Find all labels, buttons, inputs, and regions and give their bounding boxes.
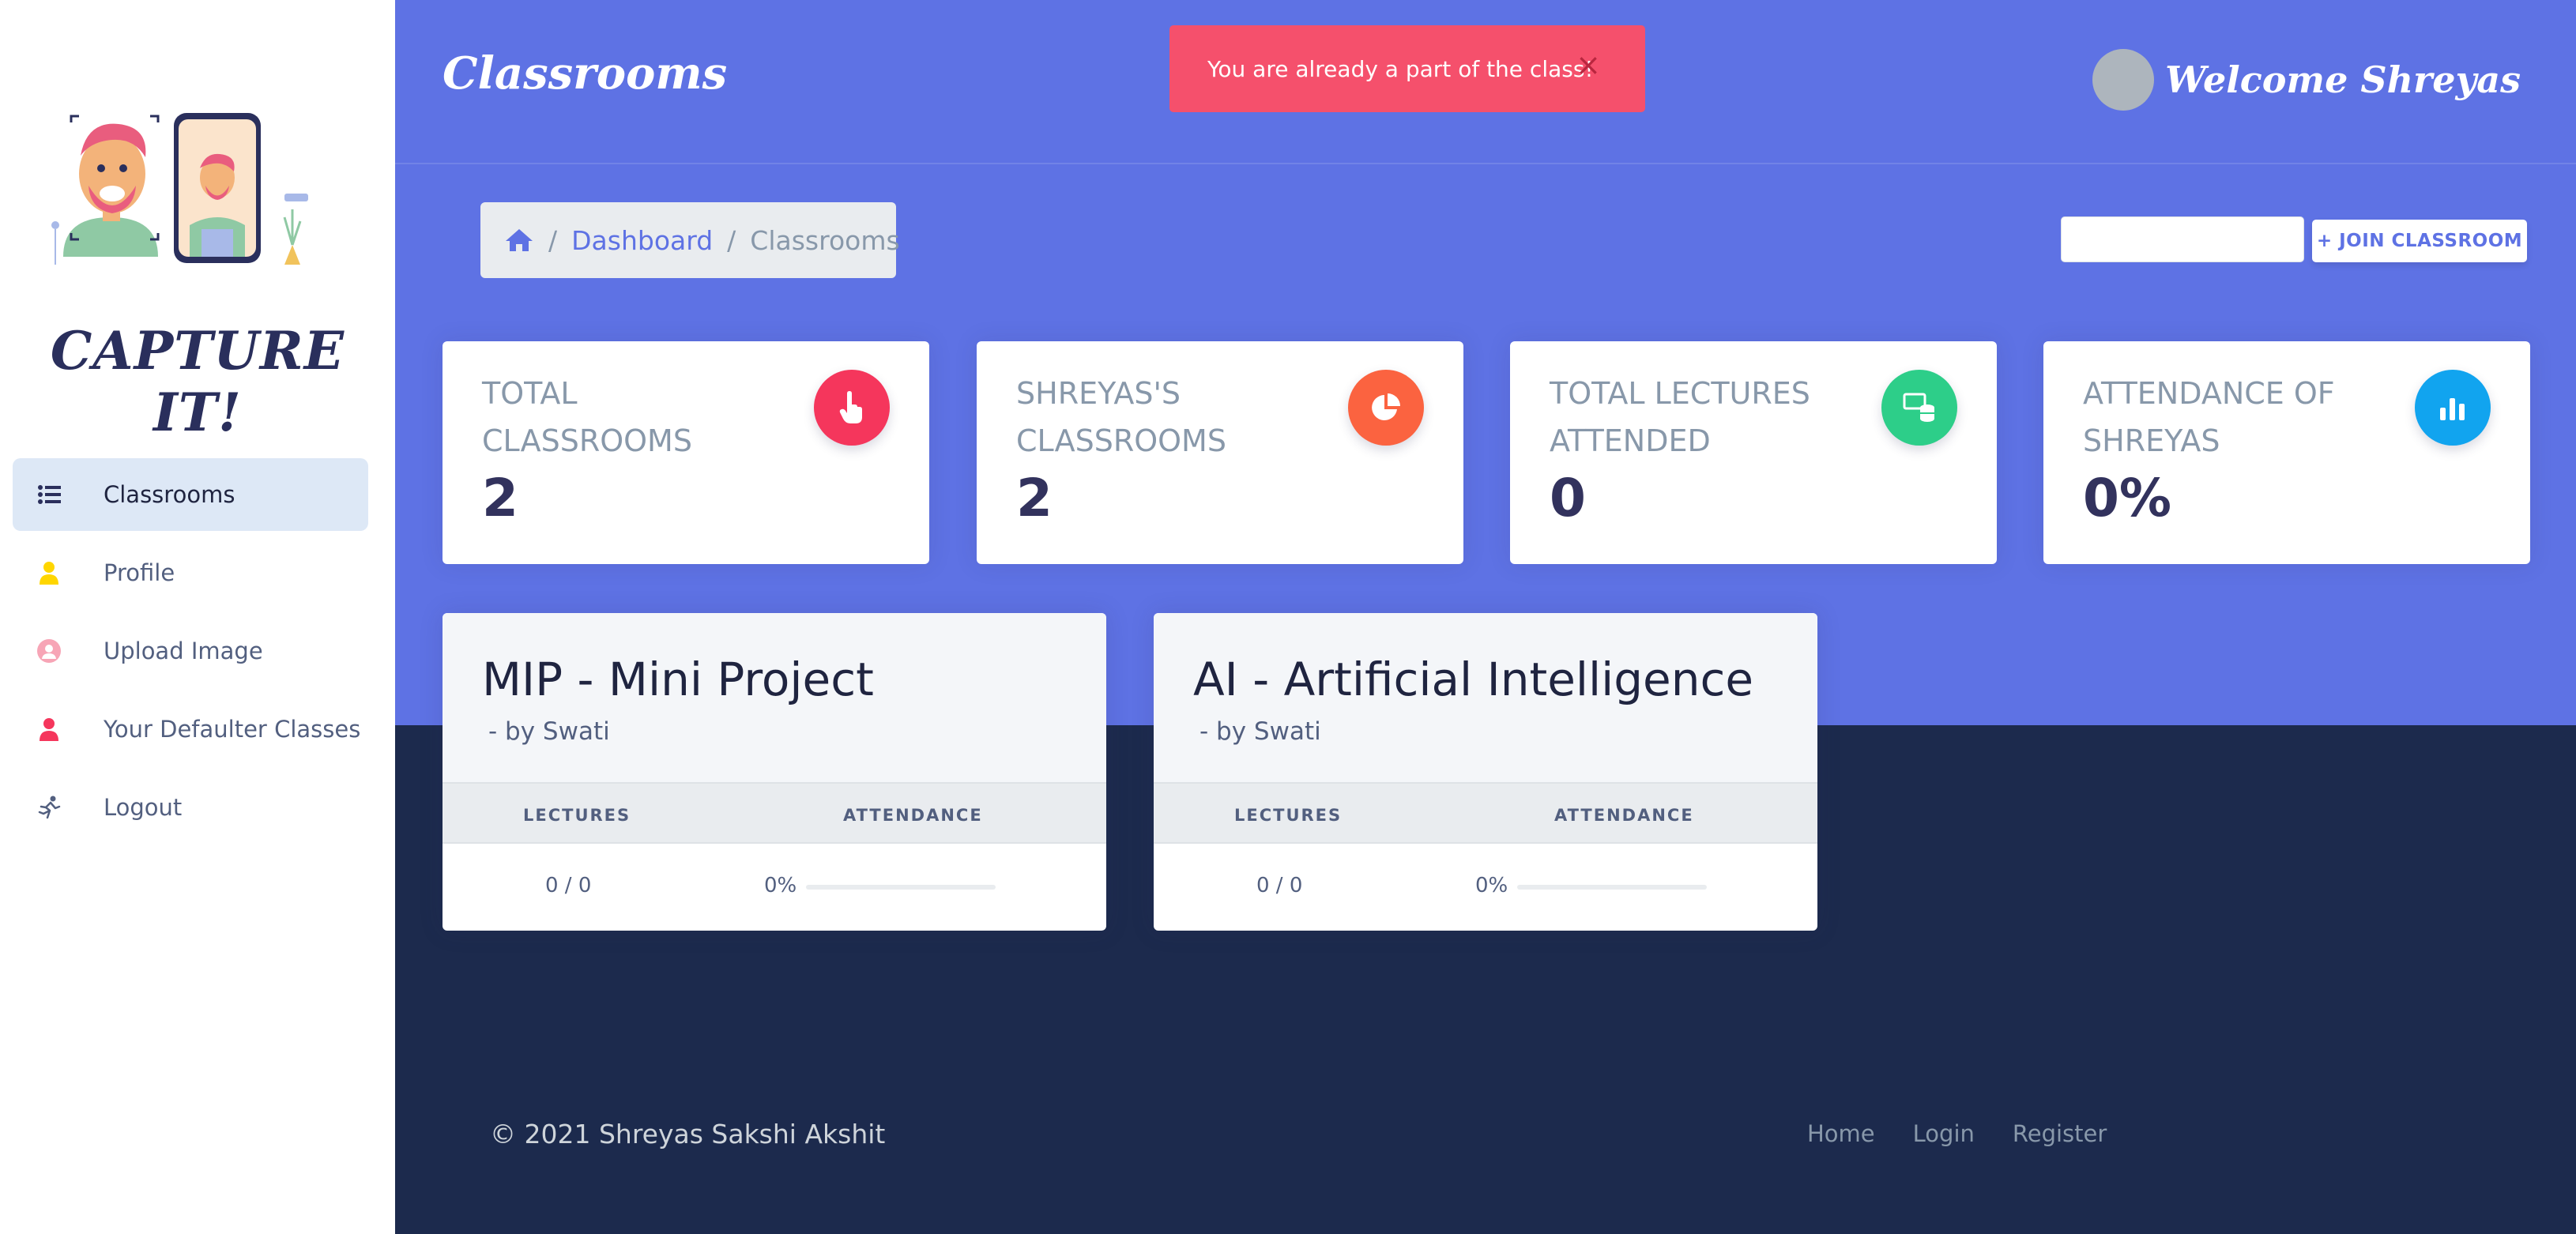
logo-illustration: [51, 113, 308, 265]
breadcrumb-current: Classrooms: [750, 224, 900, 256]
database-icon: [1881, 370, 1957, 446]
stat-value: 0: [1550, 468, 1586, 529]
classroom-name: MIP - Mini Project: [482, 653, 874, 706]
stat-value: 0%: [2083, 468, 2172, 529]
classroom-table-header: LECTURES ATTENDANCE: [1154, 782, 1817, 844]
page-title: Classrooms: [443, 47, 728, 100]
sidebar-item-defaulter-classes[interactable]: Your Defaulter Classes: [13, 693, 368, 766]
sidebar-item-label: Logout: [104, 794, 183, 821]
attendance-percent: 0%: [1475, 874, 1508, 897]
footer-link-register[interactable]: Register: [2013, 1120, 2107, 1147]
list-icon: [36, 482, 62, 507]
close-icon[interactable]: ×: [1576, 47, 1601, 82]
toast-message: You are already a part of the class!: [1207, 55, 1594, 82]
footer-link-home[interactable]: Home: [1807, 1120, 1875, 1147]
classroom-table-header: LECTURES ATTENDANCE: [443, 782, 1106, 844]
sidebar: CAPTURE IT! Classrooms Profile Upload Im…: [0, 0, 395, 1234]
sidebar-item-label: Your Defaulter Classes: [104, 716, 361, 743]
breadcrumb-dashboard-link[interactable]: Dashboard: [571, 225, 713, 256]
welcome-text: Welcome Shreyas: [2165, 58, 2521, 101]
breadcrumb: / Dashboard / Classrooms: [480, 202, 900, 278]
classroom-teacher: - by Swati: [488, 717, 610, 746]
sidebar-item-logout[interactable]: Logout: [13, 771, 368, 844]
column-header-attendance: ATTENDANCE: [843, 806, 983, 825]
stat-card-user-classrooms: SHREYAS'S CLASSROOMS 2: [977, 341, 1463, 564]
attendance-percent: 0%: [764, 874, 797, 897]
footer-nav: Home Login Register: [1807, 1120, 2107, 1147]
brand-title: CAPTURE IT!: [50, 320, 345, 443]
avatar[interactable]: [2092, 49, 2155, 111]
stat-card-lectures-attended: TOTAL LECTURES ATTENDED 0: [1510, 341, 1997, 564]
header-divider: [395, 163, 2576, 164]
attendance-progress-bar: [1517, 885, 1707, 890]
attendance-progress-bar: [806, 885, 996, 890]
hand-pointer-icon: [814, 370, 890, 446]
bar-chart-icon: [2415, 370, 2491, 446]
column-header-attendance: ATTENDANCE: [1554, 806, 1694, 825]
class-code-input[interactable]: [2061, 216, 2304, 262]
footer-link-login[interactable]: Login: [1913, 1120, 1975, 1147]
user-circle-icon: [36, 638, 62, 664]
table-row: 0 / 0 0%: [443, 844, 1106, 929]
stat-value: 2: [1016, 468, 1053, 529]
sidebar-item-label: Profile: [104, 559, 175, 586]
sidebar-item-label: Classrooms: [104, 481, 235, 508]
stat-title: SHREYAS'S CLASSROOMS: [1016, 376, 1226, 458]
home-icon[interactable]: [504, 228, 534, 253]
table-row: 0 / 0 0%: [1154, 844, 1817, 929]
alert-toast: You are already a part of the class! ×: [1169, 25, 1645, 112]
column-header-lectures: LECTURES: [523, 806, 631, 825]
footer-copyright: © 2021 Shreyas Sakshi Akshit: [490, 1119, 886, 1149]
breadcrumb-separator: /: [727, 224, 736, 256]
classroom-card[interactable]: MIP - Mini Project - by Swati LECTURES A…: [443, 613, 1106, 931]
breadcrumb-separator: /: [548, 224, 558, 256]
sidebar-item-profile[interactable]: Profile: [13, 536, 368, 609]
user-menu[interactable]: Welcome Shreyas: [2092, 49, 2521, 111]
stat-card-attendance: ATTENDANCE OF SHREYAS 0%: [2043, 341, 2530, 564]
classroom-card[interactable]: AI - Artificial Intelligence - by Swati …: [1154, 613, 1817, 931]
column-header-lectures: LECTURES: [1234, 806, 1343, 825]
stat-title: TOTAL CLASSROOMS: [482, 376, 692, 458]
pie-chart-icon: [1348, 370, 1424, 446]
lectures-count: 0 / 0: [1256, 874, 1303, 897]
stat-value: 2: [482, 468, 518, 529]
stat-title: TOTAL LECTURES ATTENDED: [1550, 376, 1810, 458]
lectures-count: 0 / 0: [545, 874, 592, 897]
stat-card-total-classrooms: TOTAL CLASSROOMS 2: [443, 341, 929, 564]
classroom-teacher: - by Swati: [1199, 717, 1321, 746]
classroom-card-header: MIP - Mini Project - by Swati: [443, 613, 1106, 782]
join-classroom-button[interactable]: + JOIN CLASSROOM: [2312, 220, 2527, 262]
classroom-card-header: AI - Artificial Intelligence - by Swati: [1154, 613, 1817, 782]
stat-title: ATTENDANCE OF SHREYAS: [2083, 376, 2335, 458]
sidebar-item-classrooms[interactable]: Classrooms: [13, 458, 368, 531]
running-person-icon: [36, 795, 62, 820]
user-icon: [36, 717, 62, 742]
sidebar-item-label: Upload Image: [104, 638, 263, 664]
classroom-name: AI - Artificial Intelligence: [1193, 653, 1754, 706]
user-icon: [36, 560, 62, 585]
sidebar-item-upload-image[interactable]: Upload Image: [13, 615, 368, 687]
sidebar-nav: Classrooms Profile Upload Image Your Def…: [13, 458, 368, 849]
